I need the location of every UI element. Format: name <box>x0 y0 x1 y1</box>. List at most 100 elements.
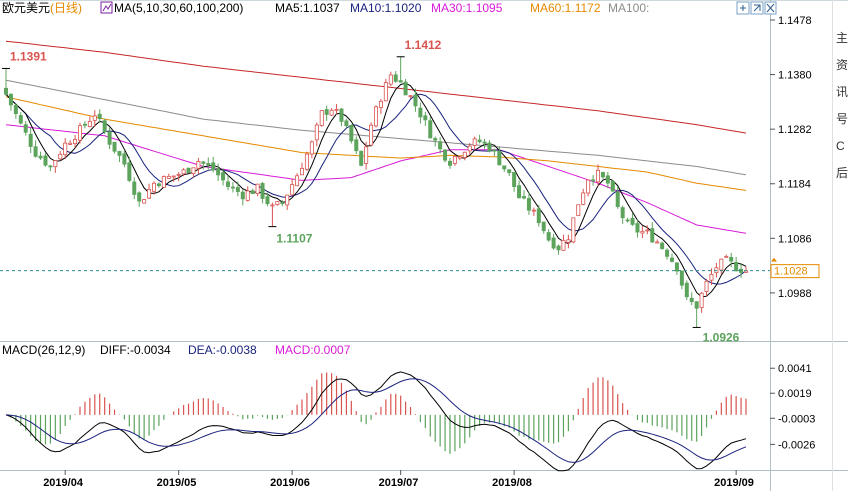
candle-body <box>68 142 73 145</box>
candle-body <box>265 196 270 205</box>
candle-body <box>354 139 359 152</box>
price-tick-label: 1.0988 <box>778 288 812 300</box>
candle-body <box>142 199 147 204</box>
candle-body <box>699 292 704 308</box>
price-tick-label: 1.1184 <box>778 179 811 191</box>
candle-body <box>324 109 329 115</box>
candle-body <box>260 183 265 199</box>
macd-tick-label: -0.0003 <box>778 413 815 425</box>
date-label: 2019/05 <box>157 477 197 489</box>
candle-body <box>674 262 679 272</box>
candle-body <box>502 165 507 170</box>
candle-body <box>403 81 408 96</box>
candle-body <box>206 163 211 166</box>
candle-body <box>709 273 714 281</box>
candle-body <box>334 108 339 111</box>
candle-body <box>447 160 452 166</box>
candle-body <box>546 232 551 241</box>
date-label: 2019/04 <box>43 477 84 489</box>
annotation-high1: 1.1391 <box>10 49 47 63</box>
candle-body <box>161 176 166 188</box>
candle-body <box>561 239 566 251</box>
candlesticks <box>4 56 749 328</box>
candle-body <box>364 146 369 164</box>
candle-body <box>255 183 260 194</box>
candle-body <box>166 175 171 179</box>
candle-body <box>679 270 684 286</box>
candle-body <box>304 153 309 170</box>
ma-params: MA(5,10,30,60,100,200) <box>114 1 243 15</box>
current-price-label: 1.1028 <box>774 266 808 278</box>
candle-body <box>719 258 724 271</box>
candle-body <box>462 151 467 158</box>
candle-body <box>645 229 650 232</box>
date-axis-labels: 2019/04 2019/05 2019/06 2019/07 2019/08 2019/… <box>43 470 754 489</box>
candle-body <box>181 169 186 175</box>
candle-body <box>438 141 443 150</box>
price-axis-ticks: 1.1478 1.1380 1.1282 1.1184 1.1086 1.0988 <box>770 15 812 300</box>
expand-icon[interactable] <box>736 1 750 15</box>
candle-body <box>38 155 43 159</box>
candle-body <box>285 194 290 206</box>
candle-body <box>63 142 68 156</box>
candle-body <box>299 167 304 176</box>
candle-body <box>571 217 576 243</box>
candle-body <box>423 115 428 121</box>
candle-body <box>245 190 250 201</box>
macd-axis-ticks: 0.0041 0.0019 -0.0003 -0.0026 <box>770 363 815 451</box>
candle-body <box>225 181 230 187</box>
candle-body <box>443 149 448 161</box>
candle-body <box>512 171 517 187</box>
macd-lines <box>5 371 747 472</box>
candle-body <box>393 74 398 82</box>
candle-body <box>87 121 92 127</box>
candle-body <box>147 188 152 199</box>
annotation-low2: 1.0926 <box>703 330 740 344</box>
date-label: 2019/07 <box>379 477 419 489</box>
candle-body <box>48 165 53 168</box>
candle-body <box>73 139 78 145</box>
candle-body <box>734 261 739 272</box>
candle-body <box>536 208 541 224</box>
candle-body <box>92 115 97 121</box>
candle-body <box>586 179 591 194</box>
candle-body <box>433 138 438 141</box>
candle-body <box>309 141 314 155</box>
candle-body <box>18 115 23 124</box>
candle-body <box>694 301 699 309</box>
candle-body <box>230 186 235 189</box>
candle-body <box>398 80 403 83</box>
close-icon[interactable] <box>764 1 777 15</box>
price-tick-label: 1.1086 <box>778 233 812 245</box>
candle-body <box>156 183 161 187</box>
ma5-value: MA5:1.1037 <box>275 1 340 15</box>
collapse-icon[interactable] <box>750 1 764 15</box>
candle-body <box>551 237 556 249</box>
side-panel-text: 资 <box>836 58 848 72</box>
candle-body <box>122 153 127 165</box>
macd-diff-value: DIFF:-0.0034 <box>100 343 171 357</box>
side-panel-text: 主 <box>836 31 848 45</box>
candle-body <box>600 172 605 178</box>
candle-body <box>216 168 221 176</box>
macd-hist-value: MACD:0.0007 <box>275 343 351 357</box>
candle-body <box>477 139 482 143</box>
macd-params: MACD(26,12,9) <box>2 343 85 357</box>
candle-body <box>541 221 546 232</box>
candle-body <box>615 191 620 207</box>
candle-body <box>314 124 319 141</box>
candle-body <box>280 202 285 205</box>
ma-toggle-icon[interactable] <box>100 1 113 14</box>
candle-body <box>704 280 709 292</box>
candle-body <box>240 191 245 200</box>
side-panel-text: 后 <box>836 166 848 180</box>
candle-body <box>497 150 502 166</box>
ma100-value: MA100: <box>608 1 649 15</box>
instrument-name: 欧元美元 <box>2 1 50 15</box>
candle-body <box>724 255 729 258</box>
candle-body <box>33 146 38 157</box>
candle-body <box>201 161 206 164</box>
candle-body <box>13 104 18 115</box>
macd-dea-value: DEA:-0.0038 <box>188 343 257 357</box>
candle-body <box>620 207 625 219</box>
